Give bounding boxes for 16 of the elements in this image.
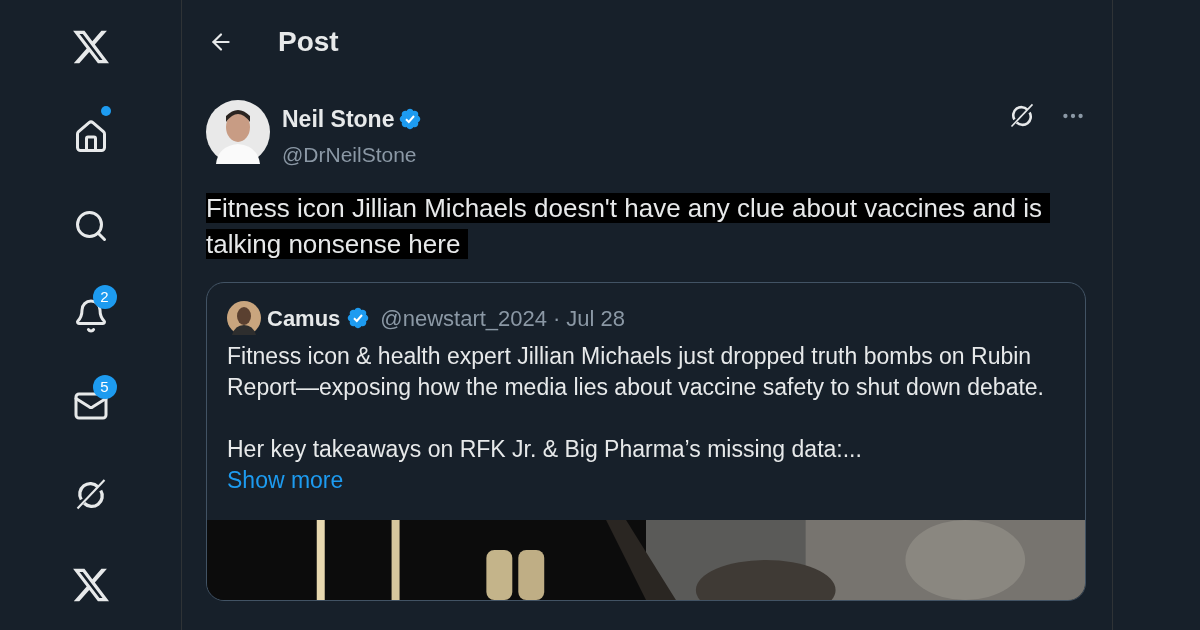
avatar[interactable] (206, 100, 270, 164)
quote-date[interactable]: Jul 28 (566, 301, 626, 335)
author-name[interactable]: Neil Stone (282, 102, 395, 137)
quote-author-name[interactable]: Camus (267, 301, 341, 335)
quote-avatar[interactable] (227, 301, 261, 335)
quote-text: Her key takeaways on RFK Jr. & Big Pharma’s missing data:... (227, 435, 863, 464)
separator-dot: · (553, 304, 561, 333)
quote-text: Fitness icon & health expert Jillian Michaels just dropped truth bombs on Rubin Report—exposing how the media lies about vaccine safety to shut down debate. (227, 342, 1045, 402)
grok-icon[interactable] (1008, 102, 1036, 130)
count-badge: 5 (92, 374, 117, 399)
page-title: Post (278, 25, 339, 59)
quote-author-handle[interactable]: @newstart_2024 (380, 301, 547, 335)
count-badge: 2 (92, 285, 117, 310)
show-more-link[interactable]: Show more (227, 465, 344, 496)
author-handle[interactable]: @DrNeilStone (282, 138, 423, 170)
quoted-post-card[interactable] (206, 282, 1086, 601)
